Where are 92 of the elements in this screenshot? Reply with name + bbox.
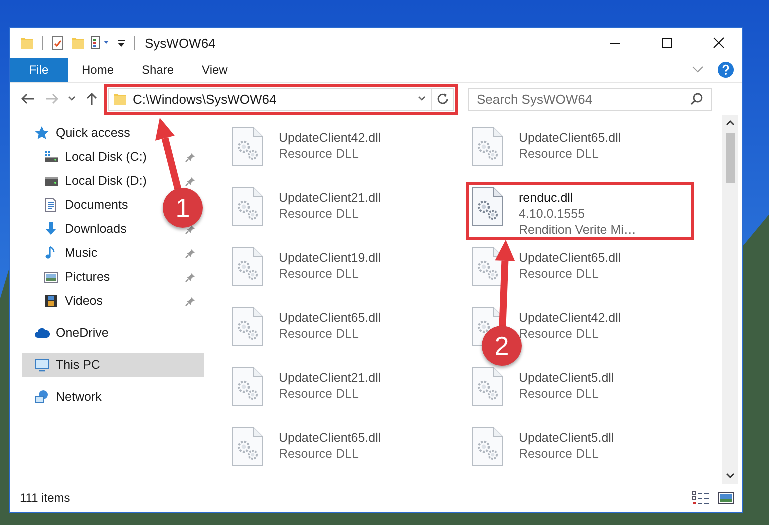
star-icon — [34, 126, 50, 140]
dll-file-icon — [232, 187, 264, 227]
ribbon-tab[interactable]: Home — [68, 58, 128, 82]
file-name: UpdateClient65.dll — [519, 250, 622, 266]
file-detail: 4.10.0.1555 — [519, 206, 586, 222]
dll-file-icon — [232, 127, 264, 167]
ribbon-expand-icon[interactable] — [692, 66, 704, 74]
pin-icon[interactable] — [185, 296, 196, 306]
monitor-icon — [34, 358, 50, 372]
pin-icon[interactable] — [185, 152, 196, 162]
properties-icon[interactable] — [51, 36, 65, 50]
dll-file-icon — [472, 247, 504, 287]
nav-item[interactable]: This PC — [56, 358, 100, 372]
file-detail: Resource DLL — [279, 146, 360, 162]
file-detail: Resource DLL — [519, 446, 600, 462]
nav-item-highlight[interactable]: This PC — [22, 353, 204, 377]
pin-icon[interactable] — [185, 224, 196, 234]
caret-icon[interactable] — [68, 96, 76, 102]
nav-item[interactable]: OneDrive — [56, 326, 109, 340]
drive-icon — [43, 174, 59, 188]
file-menu-button[interactable]: File — [10, 58, 68, 82]
help-icon[interactable] — [718, 62, 734, 78]
file-detail: Resource DLL — [279, 446, 360, 462]
nav-item[interactable]: Videos — [65, 294, 103, 308]
nav-item[interactable]: Quick access — [56, 126, 130, 140]
file-detail: Resource DLL — [519, 386, 600, 402]
nav-item[interactable]: Pictures — [65, 270, 110, 284]
file-detail: Resource DLL — [279, 326, 360, 342]
ribbon-tab[interactable]: Share — [128, 58, 188, 82]
scroll-thumb[interactable] — [726, 133, 734, 183]
file-detail: Resource DLL — [279, 266, 360, 282]
film-icon — [43, 294, 59, 308]
search-field[interactable]: Search SysWOW64 — [468, 88, 712, 110]
file-name: UpdateClient21.dll — [279, 190, 382, 206]
close-icon[interactable] — [713, 37, 725, 49]
large-icons-view-button[interactable] — [718, 491, 734, 505]
details-view-button[interactable] — [692, 491, 710, 505]
file-name: UpdateClient65.dll — [279, 310, 382, 326]
dll-file-icon — [472, 187, 504, 227]
file-name: UpdateClient5.dll — [519, 370, 614, 386]
folder-icon — [113, 92, 127, 106]
dll-file-icon — [472, 427, 504, 467]
up-arrow-icon[interactable] — [86, 92, 98, 106]
refresh-icon[interactable] — [436, 92, 450, 106]
file-name: UpdateClient5.dll — [519, 430, 614, 446]
dll-file-icon — [232, 247, 264, 287]
file-name: renduc.dll — [519, 190, 574, 206]
pin-icon[interactable] — [185, 176, 196, 186]
caret-icon[interactable] — [726, 473, 734, 479]
dll-file-icon — [472, 367, 504, 407]
quick-access-toolbar-icon[interactable] — [91, 36, 111, 50]
maximize-icon[interactable] — [661, 37, 673, 49]
file-name: UpdateClient42.dll — [279, 130, 382, 146]
dll-file-icon — [472, 127, 504, 167]
scrollbar[interactable] — [722, 115, 738, 484]
network-icon — [34, 390, 50, 404]
nav-item[interactable]: Downloads — [65, 222, 127, 236]
address-path: C:\Windows\SysWOW64 — [133, 92, 277, 106]
file-name: UpdateClient21.dll — [279, 370, 382, 386]
file-detail: Resource DLL — [519, 146, 600, 162]
nav-item[interactable]: Local Disk (C:) — [65, 150, 147, 164]
document-icon — [43, 198, 59, 212]
ribbon-tab[interactable]: View — [188, 58, 242, 82]
picture-icon — [43, 270, 59, 284]
search-icon[interactable] — [690, 92, 704, 106]
file-detail: Rendition Verite Mi… — [519, 222, 636, 238]
file-name: UpdateClient65.dll — [519, 130, 622, 146]
pin-icon[interactable] — [185, 248, 196, 258]
caret-icon[interactable] — [418, 96, 426, 102]
dll-file-icon — [232, 427, 264, 467]
dll-file-icon — [232, 307, 264, 347]
pin-icon[interactable] — [185, 272, 196, 282]
nav-item[interactable]: Music — [65, 246, 98, 260]
back-arrow-icon[interactable] — [21, 93, 35, 105]
file-name: UpdateClient19.dll — [279, 250, 382, 266]
caret-icon[interactable] — [726, 120, 734, 126]
nav-item[interactable]: Network — [56, 390, 102, 404]
drive-icon — [43, 150, 59, 164]
customize-toolbar-icon[interactable] — [117, 38, 126, 48]
dll-file-icon — [232, 367, 264, 407]
download-icon — [43, 222, 59, 236]
file-detail: Resource DLL — [279, 386, 360, 402]
nav-item[interactable]: Local Disk (D:) — [65, 174, 147, 188]
file-detail: Resource DLL — [519, 326, 600, 342]
item-count: 111 items — [20, 491, 70, 505]
file-detail: Resource DLL — [519, 266, 600, 282]
file-detail: Resource DLL — [279, 206, 360, 222]
file-name: UpdateClient42.dll — [519, 310, 622, 326]
window-title: SysWOW64 — [145, 36, 216, 50]
file-name: UpdateClient65.dll — [279, 430, 382, 446]
nav-item[interactable]: Documents — [65, 198, 128, 212]
cloud-icon — [34, 326, 50, 340]
